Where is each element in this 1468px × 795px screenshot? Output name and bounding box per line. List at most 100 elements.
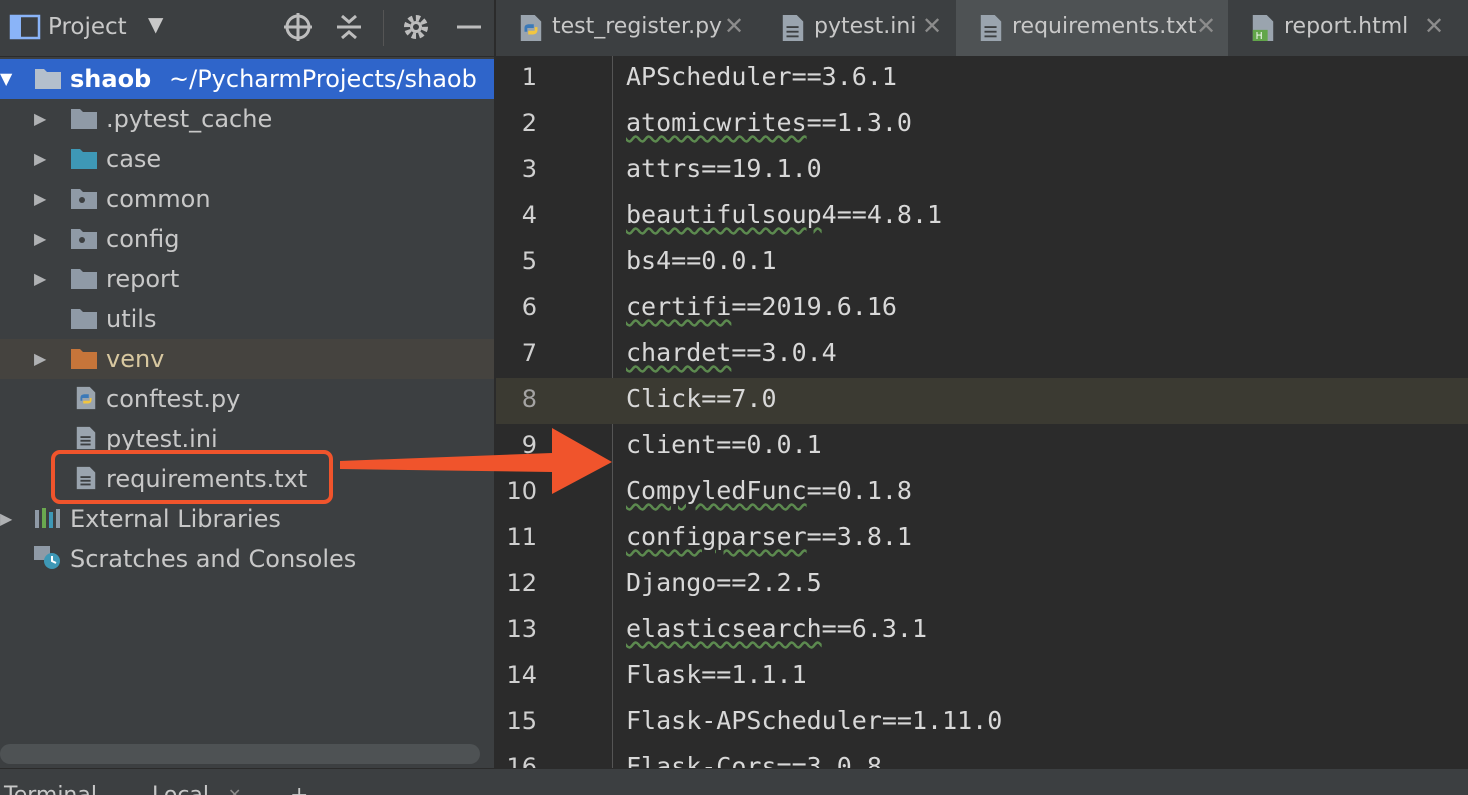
code-text[interactable]: chardet==3.0.4 (626, 338, 837, 367)
code-line[interactable]: 15 Flask-APScheduler==1.11.0 (496, 700, 1468, 746)
line-number: 6 (521, 293, 537, 321)
tree-item-utils[interactable]: utils (0, 299, 494, 339)
spelling-warning: CompyledFunc (626, 476, 807, 505)
tree-item-label: venv (106, 345, 165, 373)
spelling-warning: elasticsearch (626, 614, 822, 643)
expanded-arrow-icon[interactable]: ▼ (0, 69, 12, 88)
tree-item-root[interactable]: ▼ shaob ~/PycharmProjects/shaob (0, 59, 494, 99)
tab-test-register[interactable]: test_register.py ✕ (496, 0, 758, 56)
code-text[interactable]: Click==7.0 (626, 384, 777, 413)
project-window-icon[interactable] (8, 10, 42, 44)
collapse-all-icon[interactable] (332, 10, 366, 44)
code-text[interactable]: Flask==1.1.1 (626, 660, 807, 689)
spelling-warning: chardet (626, 338, 732, 367)
code-line[interactable]: 5 bs4==0.0.1 (496, 240, 1468, 286)
close-icon[interactable]: ✕ (922, 12, 942, 40)
collapsed-arrow-icon[interactable]: ▶ (0, 509, 12, 528)
html-file-icon: H (1252, 15, 1274, 42)
text-file-icon (980, 15, 1002, 41)
line-number: 3 (521, 155, 537, 183)
code-text[interactable]: Flask-APScheduler==1.11.0 (626, 706, 1002, 735)
dropdown-arrow-icon[interactable]: ▼ (148, 12, 163, 36)
new-session-icon[interactable]: + (290, 783, 308, 795)
tab-label: test_register.py (552, 14, 723, 39)
tree-item-report[interactable]: ▶ report (0, 259, 494, 299)
code-line[interactable]: 10 CompyledFunc==0.1.8 (496, 470, 1468, 516)
code-text[interactable]: client==0.0.1 (626, 430, 822, 459)
close-icon[interactable]: ✕ (724, 12, 744, 40)
code-line[interactable]: 6 certifi==2019.6.16 (496, 286, 1468, 332)
line-number: 5 (521, 247, 537, 275)
tree-item-label: config (106, 225, 180, 253)
python-file-icon (76, 386, 96, 410)
line-number: 8 (521, 385, 537, 413)
horizontal-scrollbar[interactable] (0, 744, 480, 764)
tree-item-venv[interactable]: ▶ venv (0, 339, 494, 379)
code-line[interactable]: 14 Flask==1.1.1 (496, 654, 1468, 700)
code-text[interactable]: Django==2.2.5 (626, 568, 822, 597)
spelling-warning: beautifulsoup (626, 200, 822, 229)
current-code-line[interactable]: 8 Click==7.0 (496, 378, 1468, 424)
code-text[interactable]: elasticsearch==6.3.1 (626, 614, 927, 643)
close-icon[interactable]: ✕ (1424, 12, 1444, 40)
code-text[interactable]: atomicwrites==1.3.0 (626, 108, 912, 137)
code-text[interactable]: bs4==0.0.1 (626, 246, 777, 275)
collapsed-arrow-icon[interactable]: ▶ (34, 149, 46, 168)
code-line[interactable]: 13 elasticsearch==6.3.1 (496, 608, 1468, 654)
local-session-tab[interactable]: Local (152, 783, 209, 795)
code-line[interactable]: 16 Flask-Cors==3.0.8 (496, 746, 1468, 768)
line-number: 7 (521, 339, 537, 367)
tree-item-label: pytest.ini (106, 425, 218, 453)
code-line[interactable]: 9 client==0.0.1 (496, 424, 1468, 470)
annotation-arrow-icon (340, 428, 612, 494)
terminal-tab[interactable]: Terminal (4, 783, 97, 795)
folder-blue-icon (71, 149, 97, 169)
project-panel-header: Project ▼ (0, 0, 494, 57)
collapsed-arrow-icon[interactable]: ▶ (34, 229, 46, 248)
code-text[interactable]: attrs==19.1.0 (626, 154, 822, 183)
tree-item-case[interactable]: ▶ case (0, 139, 494, 179)
code-text[interactable]: beautifulsoup4==4.8.1 (626, 200, 942, 229)
gear-icon[interactable] (399, 10, 433, 44)
project-panel-title[interactable]: Project (48, 14, 127, 40)
code-line[interactable]: 3 attrs==19.1.0 (496, 148, 1468, 194)
project-path: ~/PycharmProjects/shaob (169, 65, 477, 93)
code-line[interactable]: 7 chardet==3.0.4 (496, 332, 1468, 378)
locate-icon[interactable] (281, 10, 315, 44)
tab-report-html[interactable]: H report.html ✕ (1228, 0, 1468, 56)
tree-item-config[interactable]: ▶ config (0, 219, 494, 259)
tab-pytest-ini[interactable]: pytest.ini ✕ (758, 0, 956, 56)
line-number: 1 (521, 63, 537, 91)
tree-item-pytest-cache[interactable]: ▶ .pytest_cache (0, 99, 494, 139)
code-line[interactable]: 4 beautifulsoup4==4.8.1 (496, 194, 1468, 240)
code-text[interactable]: certifi==2019.6.16 (626, 292, 897, 321)
tab-label: report.html (1284, 14, 1409, 39)
tree-item-label: .pytest_cache (106, 105, 273, 133)
tree-item-label: Scratches and Consoles (70, 545, 357, 573)
code-line[interactable]: 1 APScheduler==3.6.1 (496, 56, 1468, 102)
code-line[interactable]: 2 atomicwrites==1.3.0 (496, 102, 1468, 148)
spelling-warning: atomicwrites (626, 108, 807, 137)
line-number: 4 (521, 201, 537, 229)
line-number: 16 (506, 753, 537, 768)
scratches-icon (34, 546, 60, 569)
folder-icon (71, 269, 97, 289)
code-line[interactable]: 11 configparser==3.8.1 (496, 516, 1468, 562)
tree-item-conftest[interactable]: conftest.py (0, 379, 494, 419)
minimize-icon[interactable] (452, 10, 486, 44)
code-editor[interactable]: 1 APScheduler==3.6.1 2 atomicwrites==1.3… (496, 56, 1468, 768)
code-text[interactable]: configparser==3.8.1 (626, 522, 912, 551)
collapsed-arrow-icon[interactable]: ▶ (34, 189, 46, 208)
tab-requirements[interactable]: requirements.txt ✕ (956, 0, 1228, 56)
tree-item-label: case (106, 145, 162, 173)
code-text[interactable]: CompyledFunc==0.1.8 (626, 476, 912, 505)
code-text[interactable]: APScheduler==3.6.1 (626, 62, 897, 91)
collapsed-arrow-icon[interactable]: ▶ (34, 269, 46, 288)
close-icon[interactable]: ✕ (1196, 12, 1216, 40)
tree-item-scratches[interactable]: Scratches and Consoles (0, 539, 494, 579)
collapsed-arrow-icon[interactable]: ▶ (34, 109, 46, 128)
code-line[interactable]: 12 Django==2.2.5 (496, 562, 1468, 608)
tree-item-common[interactable]: ▶ common (0, 179, 494, 219)
collapsed-arrow-icon[interactable]: ▶ (34, 349, 46, 368)
code-text[interactable]: Flask-Cors==3.0.8 (626, 752, 882, 768)
